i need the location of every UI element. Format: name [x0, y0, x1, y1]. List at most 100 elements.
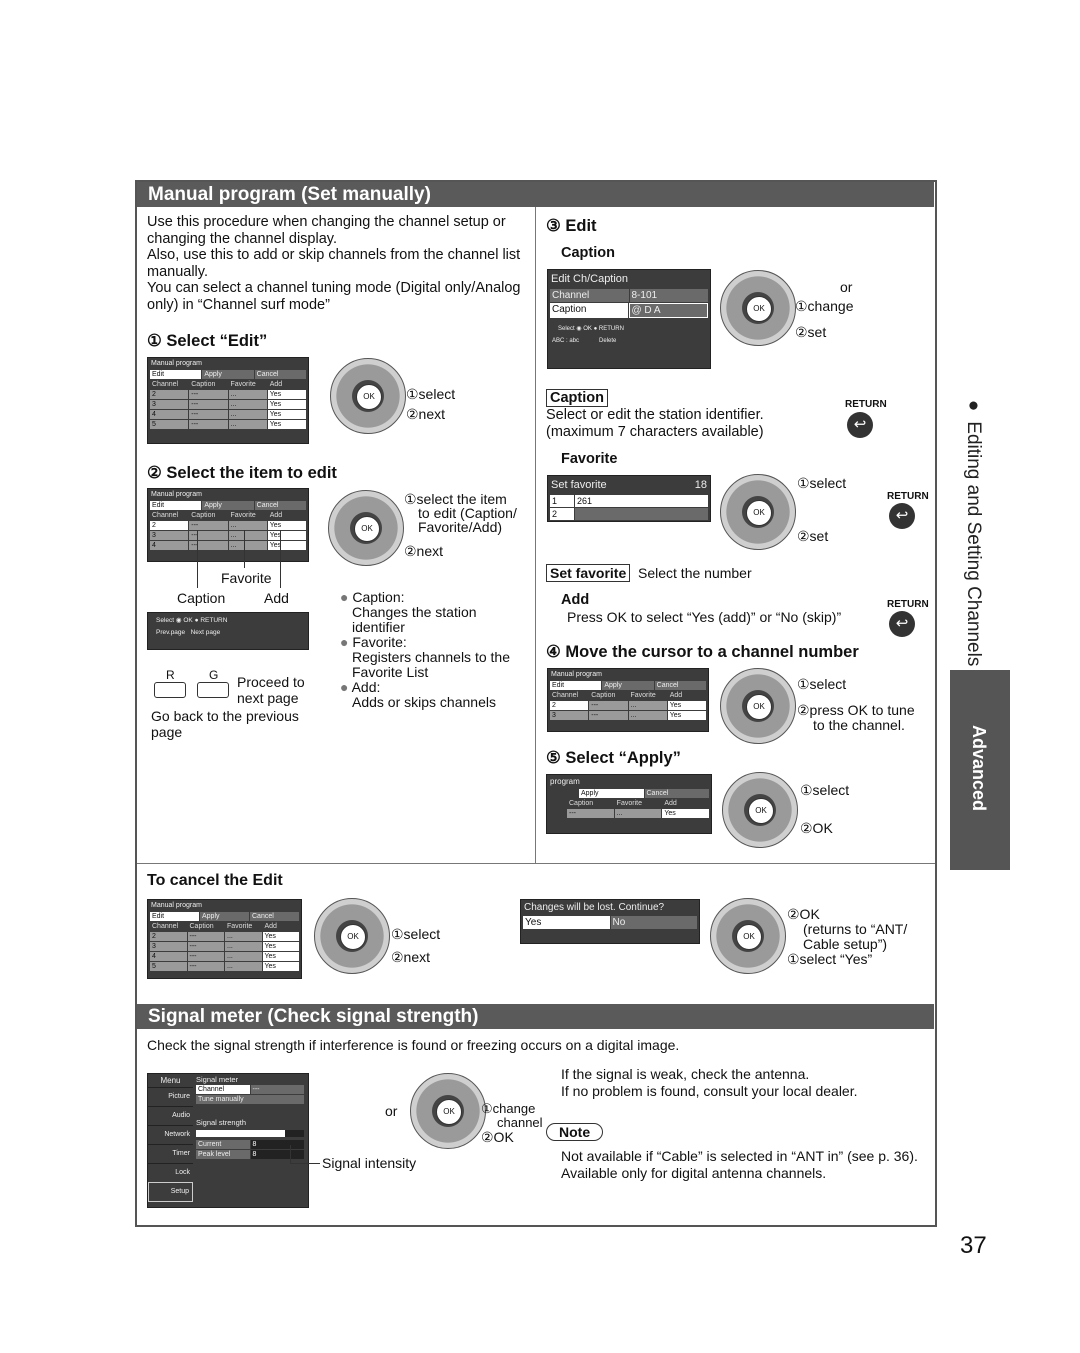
- dpad-icon: OK: [720, 474, 796, 550]
- cell: ---: [567, 809, 614, 818]
- table-row[interactable]: 2 ---... Yes: [150, 932, 299, 941]
- change-label: ①change: [795, 298, 854, 314]
- col-header: Add: [664, 800, 677, 807]
- note-badge: Note: [546, 1123, 604, 1141]
- next-label: ②next: [391, 949, 431, 965]
- return-icon: ↩: [889, 611, 915, 637]
- cell: ...: [225, 962, 262, 971]
- cancel-ok-labels: ②OK (returns to “ANT/ Cable setup”) ①sel…: [787, 907, 907, 967]
- screen-tab[interactable]: Edit: [550, 681, 602, 690]
- table-row[interactable]: 5 ---... Yes: [150, 962, 299, 971]
- page-number: 37: [960, 1232, 987, 1259]
- no-button[interactable]: No: [610, 916, 697, 929]
- table-row[interactable]: 2 ---... Yes: [550, 701, 706, 710]
- footer-next-page: Next page: [190, 629, 221, 636]
- cell: 4: [150, 410, 189, 419]
- ok-button-icon: OK: [746, 296, 772, 322]
- ok-button-icon: OK: [746, 694, 772, 720]
- cell: ...: [628, 701, 667, 710]
- screen-delete: Delete: [599, 338, 617, 344]
- cell: ---: [189, 420, 228, 429]
- ok-button-icon: OK: [356, 384, 382, 410]
- col-header: Caption: [591, 692, 616, 699]
- screen-tab[interactable]: Apply: [602, 681, 654, 690]
- table-row[interactable]: 3 ---... Yes: [150, 531, 306, 540]
- fav-index: 2: [550, 508, 574, 520]
- intro-line: You can select a channel tuning mode (Di…: [147, 280, 521, 297]
- channel-value: ---: [250, 1085, 304, 1094]
- table-row[interactable]: 2 ---... Yes: [150, 521, 306, 530]
- col-header: Favorite: [616, 800, 642, 807]
- return-icon: ↩: [847, 412, 873, 438]
- screen-tab[interactable]: Cancel: [250, 912, 299, 921]
- yes-button[interactable]: Yes: [523, 916, 610, 929]
- column-headers: Channel Caption Favorite Add: [550, 691, 706, 700]
- menu-item-timer[interactable]: Timer: [148, 1144, 193, 1163]
- screen-tab[interactable]: Edit: [150, 912, 199, 921]
- table-row[interactable]: 4 ---... Yes: [150, 952, 299, 961]
- peak-value: 8: [250, 1150, 304, 1159]
- menu-item-picture[interactable]: Picture: [148, 1087, 193, 1106]
- screen-abc: ABC : abc: [552, 338, 580, 344]
- confirm-dialog: Changes will be lost. Continue? Yes No: [520, 899, 700, 944]
- table-row[interactable]: 3 ---... Yes: [150, 400, 306, 409]
- set-favorite-desc: Select the number: [638, 565, 752, 581]
- or-label: or: [840, 279, 853, 295]
- menu-item-network[interactable]: Network: [148, 1125, 193, 1144]
- select-label: ①select: [797, 475, 847, 491]
- set-label: ②set: [795, 324, 827, 340]
- menu-item-lock[interactable]: Lock: [148, 1163, 193, 1182]
- screen-title: Manual program: [551, 671, 602, 678]
- cell: ...: [614, 809, 662, 818]
- cell: 2: [550, 701, 589, 710]
- fav-row[interactable]: 1 261: [550, 495, 708, 507]
- screen-tab[interactable]: Apply: [200, 912, 249, 921]
- cell: ---: [189, 390, 228, 399]
- chapter-label: ● Editing and Setting Channels: [963, 395, 984, 667]
- bullet-desc: Adds or skips channels: [352, 694, 496, 710]
- cancel-tab[interactable]: Cancel: [644, 789, 709, 798]
- screen-tab[interactable]: Cancel: [254, 501, 306, 510]
- advanced-tab-label: Advanced: [969, 725, 989, 812]
- table-row[interactable]: 2 ---... Yes: [150, 390, 306, 399]
- item-descriptions: Caption: Changes the station identifier …: [340, 590, 510, 710]
- line: to edit (Caption/: [418, 505, 517, 521]
- fav-title: Set favorite: [551, 479, 607, 491]
- ok-button-icon: OK: [746, 500, 772, 526]
- table-row[interactable]: 4 ---... Yes: [150, 410, 306, 419]
- menu-item-setup[interactable]: Setup: [148, 1182, 193, 1202]
- screen-title: Edit Ch/Caption: [551, 273, 629, 285]
- fav-row[interactable]: 2: [550, 508, 708, 520]
- apply-tab[interactable]: Apply: [579, 789, 644, 798]
- proceed-line: Proceed to: [237, 674, 305, 690]
- cell: ...: [228, 541, 267, 550]
- footer-select: Select: [156, 617, 175, 624]
- table-row[interactable]: 3 ---... Yes: [550, 711, 706, 720]
- caption-input[interactable]: @ D A: [628, 303, 708, 318]
- table-row[interactable]: 5 ---... Yes: [150, 420, 306, 429]
- screen-tab[interactable]: Cancel: [254, 370, 306, 379]
- screen-tab[interactable]: Apply: [202, 501, 254, 510]
- channel-label[interactable]: Channel: [196, 1085, 250, 1094]
- green-key-label: G: [209, 668, 219, 682]
- manual-program-screen: Manual program Edit Apply Cancel Channel Capt…: [147, 357, 309, 444]
- screen-tab[interactable]: Cancel: [654, 681, 706, 690]
- cell: 4: [150, 952, 187, 961]
- table-row[interactable]: 3 ---... Yes: [150, 942, 299, 951]
- cancel-title: To cancel the Edit: [147, 872, 283, 889]
- cell: Yes: [267, 521, 306, 530]
- apply-screen: program Apply Cancel Caption Favorite Add -…: [546, 774, 712, 834]
- screen-tab[interactable]: Apply: [202, 370, 254, 379]
- dpad-icon: OK: [330, 358, 406, 434]
- manual-program-screen: Manual program Edit Apply Cancel Channel Capt…: [147, 488, 309, 562]
- tune-manually[interactable]: Tune manually: [196, 1095, 304, 1104]
- select-label: ①select: [406, 386, 456, 402]
- line: channel: [497, 1115, 543, 1130]
- cell: ---: [187, 932, 224, 941]
- screen-tab[interactable]: Edit: [150, 501, 202, 510]
- table-row[interactable]: 4 ---... Yes: [150, 541, 306, 550]
- screen-tab[interactable]: Edit: [150, 370, 202, 379]
- cell: ---: [189, 521, 228, 530]
- cell: ...: [228, 420, 267, 429]
- menu-item-audio[interactable]: Audio: [148, 1106, 193, 1125]
